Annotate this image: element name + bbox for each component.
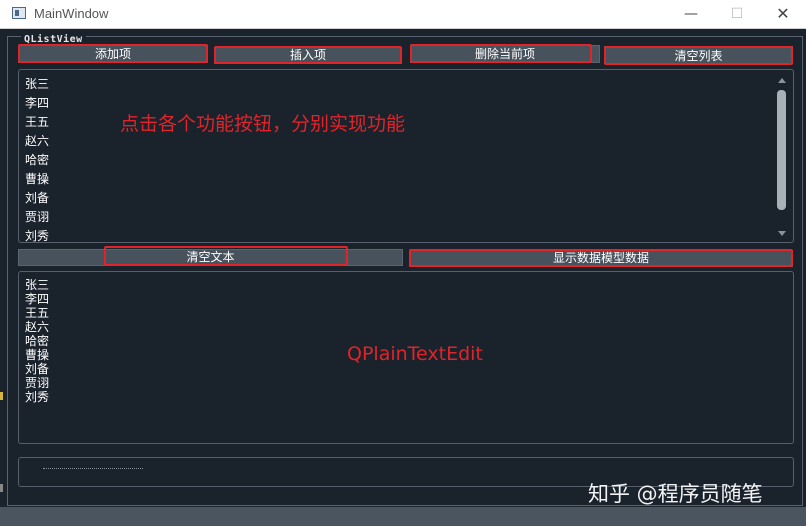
- clear-text-button[interactable]: 清空文本: [18, 249, 403, 266]
- text-line: 王五: [25, 306, 50, 320]
- list-item[interactable]: 王五: [25, 113, 49, 130]
- window-title: MainWindow: [34, 6, 109, 21]
- add-item-button[interactable]: 添加项: [18, 45, 208, 63]
- add-item-label: 添加项: [94, 47, 131, 61]
- text-line: 李四: [25, 292, 50, 306]
- watermark-text: 知乎 @程序员随笔: [588, 482, 763, 506]
- text-line: 贾诩: [25, 376, 50, 390]
- plain-text-annotation: QPlainTextEdit: [347, 343, 483, 365]
- list-annotation: 点击各个功能按钮，分别实现功能: [120, 113, 406, 135]
- text-line: 哈密: [25, 334, 50, 348]
- list-view[interactable]: 张三 李四 王五 赵六 哈密 曹操 刘备 贾诩 刘秀: [18, 69, 794, 243]
- maximize-button[interactable]: ☐: [714, 0, 760, 28]
- close-button[interactable]: ✕: [760, 0, 806, 28]
- scroll-thumb[interactable]: [777, 90, 786, 210]
- list-item[interactable]: 刘秀: [25, 227, 49, 244]
- clear-list-button[interactable]: 清空列表: [604, 46, 793, 64]
- delete-current-button[interactable]: 删除当前项: [410, 45, 600, 63]
- text-line: 曹操: [25, 348, 50, 362]
- list-item[interactable]: 张三: [25, 75, 49, 92]
- left-edge-marks: [0, 380, 3, 492]
- show-model-data-button[interactable]: 显示数据模型数据: [409, 250, 793, 267]
- delete-current-label: 删除当前项: [474, 47, 535, 61]
- minimize-button[interactable]: —: [668, 0, 714, 28]
- list-scrollbar[interactable]: [776, 76, 788, 238]
- show-model-data-label: 显示数据模型数据: [552, 251, 649, 265]
- clear-list-label: 清空列表: [674, 49, 723, 63]
- scroll-up-arrow-icon[interactable]: [778, 78, 786, 83]
- group-title: QListView: [21, 34, 86, 45]
- text-line: 刘秀: [25, 390, 50, 404]
- scroll-down-arrow-icon[interactable]: [778, 231, 786, 236]
- text-line: 刘备: [25, 362, 50, 376]
- list-item[interactable]: 刘备: [25, 189, 49, 206]
- text-line: 张三: [25, 278, 50, 292]
- list-item[interactable]: 赵六: [25, 132, 49, 149]
- insert-item-label: 插入项: [289, 48, 326, 62]
- list-item[interactable]: 贾诩: [25, 208, 49, 225]
- list-item[interactable]: 哈密: [25, 151, 49, 168]
- field-placeholder-mark: [43, 468, 143, 472]
- status-bar: [0, 507, 806, 526]
- clear-text-label: 清空文本: [186, 250, 235, 264]
- app-window-icon: [12, 7, 26, 19]
- list-item[interactable]: 曹操: [25, 170, 49, 187]
- insert-item-button[interactable]: 插入项: [214, 47, 402, 64]
- text-line: 赵六: [25, 320, 50, 334]
- list-item[interactable]: 李四: [25, 94, 49, 111]
- title-bar: MainWindow — ☐ ✕: [0, 0, 806, 29]
